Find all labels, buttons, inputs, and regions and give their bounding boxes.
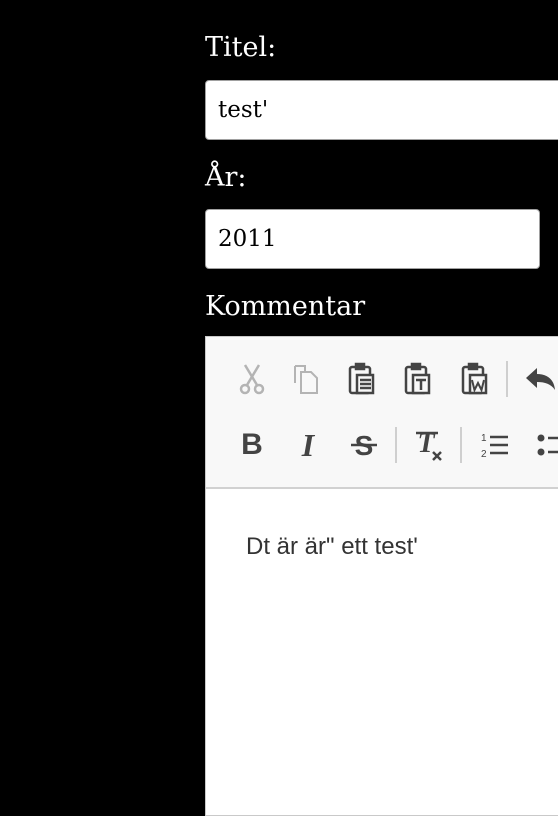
year-input[interactable] xyxy=(205,209,540,269)
toolbar-separator xyxy=(395,427,397,463)
editor-content[interactable]: Dt är är" ett test' xyxy=(246,533,418,561)
remove-format-icon[interactable]: T xyxy=(411,427,447,463)
toolbar-separator xyxy=(506,361,508,397)
paste-word-icon[interactable] xyxy=(457,361,493,397)
bullet-list-icon[interactable] xyxy=(532,427,558,463)
svg-text:1: 1 xyxy=(481,433,487,444)
comment-label: Kommentar xyxy=(205,291,366,322)
paste-text-icon[interactable] xyxy=(400,361,436,397)
editor-toolbar: B I S T 1 2 xyxy=(206,337,558,489)
undo-icon[interactable] xyxy=(522,361,558,397)
bold-icon[interactable]: B xyxy=(234,427,270,463)
title-input[interactable] xyxy=(205,80,558,140)
italic-icon[interactable]: I xyxy=(290,427,326,463)
paste-icon[interactable] xyxy=(344,361,380,397)
strikethrough-icon[interactable]: S xyxy=(346,427,382,463)
cut-icon[interactable] xyxy=(234,361,270,397)
numbered-list-icon[interactable]: 1 2 xyxy=(476,427,512,463)
year-label: År: xyxy=(205,162,247,193)
copy-icon[interactable] xyxy=(288,361,324,397)
svg-text:2: 2 xyxy=(481,449,487,460)
rich-text-editor: B I S T 1 2 Dt är är" ett test' xyxy=(205,336,558,816)
toolbar-separator xyxy=(460,427,462,463)
title-label: Titel: xyxy=(205,32,277,63)
